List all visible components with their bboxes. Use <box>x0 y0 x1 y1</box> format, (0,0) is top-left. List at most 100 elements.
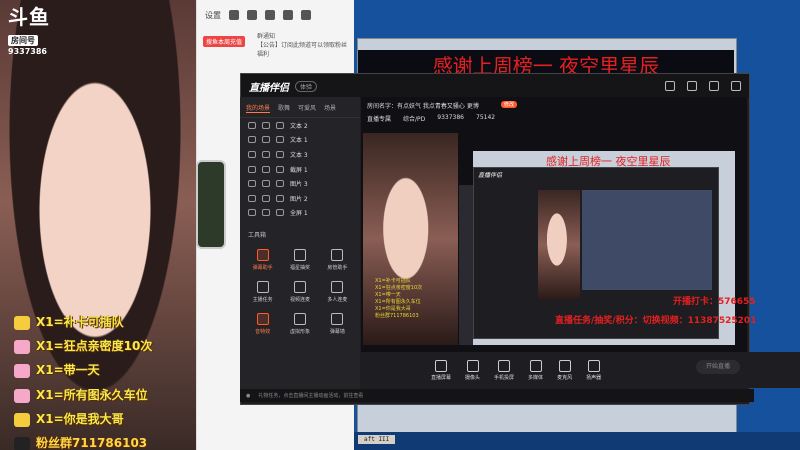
close-icon[interactable] <box>731 81 741 91</box>
speaker-icon <box>587 359 600 372</box>
phone-preview <box>196 160 226 249</box>
danmu-line: X1=你是我大哥 <box>14 410 124 427</box>
lottery-button[interactable]: 福星抽奖 <box>281 249 318 271</box>
heart-icon <box>14 363 30 378</box>
nested-preview <box>582 190 712 290</box>
user-icon <box>331 249 344 262</box>
eye-icon <box>248 136 256 144</box>
tab-scene[interactable]: 场景 <box>324 103 336 113</box>
task-overlay: 直播任务/抽奖/积分：切换视频：11387525201 <box>555 316 757 326</box>
sound-effect-button[interactable]: 音特效 <box>244 313 281 335</box>
room-id: 9337386 <box>8 47 47 56</box>
chat-toolbar: 设置 <box>197 0 355 30</box>
room-name: 房间名字：有点妖气 我点青春又骚心 更博 <box>367 103 479 110</box>
settings-icon[interactable] <box>665 81 675 91</box>
anchor-task-button[interactable]: 主播任务 <box>244 281 281 303</box>
scene-layers-panel: 我的场景 歌舞 可爱风 场景 文本 2 文本 1 文本 3 截屏 1 图片 3 … <box>240 97 360 389</box>
multi-link-button[interactable]: 多人连麦 <box>319 281 356 303</box>
layer-item[interactable]: 文本 2 <box>240 118 360 133</box>
toolbox-title: 工具箱 <box>248 232 267 240</box>
status-bar: ● 礼物任务，点击直播间主播动画活动，前往查看 <box>240 389 754 402</box>
lock-icon <box>262 194 270 202</box>
nested-brand: 直播伴侣 <box>478 172 503 179</box>
phone-icon[interactable] <box>229 10 239 20</box>
phone-cast-button[interactable]: 手机投屏 <box>494 359 514 381</box>
speaker-button[interactable]: 扬声器 <box>586 359 601 381</box>
scene-tabs: 我的场景 歌舞 可爱风 场景 <box>240 97 360 118</box>
layer-item[interactable]: 图片 3 <box>240 176 360 191</box>
wall-icon <box>331 313 344 326</box>
text-icon <box>276 150 284 158</box>
divider-strip <box>459 185 473 345</box>
monitor-icon <box>435 359 447 372</box>
room-meta: 直播专属 综合/PD 9337386 75142 <box>367 114 496 123</box>
screen-icon[interactable] <box>265 10 275 20</box>
video-icon <box>293 281 306 294</box>
danmu-line: X1=带一天 <box>14 361 100 378</box>
nested-camera <box>538 190 580 300</box>
text-icon <box>276 136 284 144</box>
tab-cute[interactable]: 可爱风 <box>298 103 316 113</box>
version-badge[interactable]: 体验 <box>295 80 318 92</box>
lock-icon <box>262 209 270 217</box>
notice-title: 群通知 <box>257 33 276 40</box>
image-icon <box>276 194 284 202</box>
douyu-logo: 斗鱼 房间号 9337386 <box>8 5 58 56</box>
tab-my-scene[interactable]: 我的场景 <box>246 103 271 113</box>
toolbox-grid: 弹幕助手 福星抽奖 房管助手 主播任务 视频连麦 多人连麦 音特效 虚拟形象 弹… <box>240 243 360 341</box>
play-icon <box>529 359 542 372</box>
eye-icon <box>248 165 256 173</box>
lock-icon <box>262 150 270 158</box>
avatar-button[interactable]: 虚拟形象 <box>281 313 318 335</box>
phone-icon <box>498 359 511 372</box>
promo-tag[interactable]: 搜鱼本周充值 <box>203 36 246 47</box>
layer-item[interactable]: 全屏 1 <box>240 206 360 221</box>
video-link-button[interactable]: 视频连麦 <box>281 281 318 303</box>
taskbar-item[interactable]: aft III <box>358 435 396 444</box>
room-label: 房间号 <box>8 35 38 46</box>
microphone-button[interactable]: 麦克风 <box>557 359 572 381</box>
layer-item[interactable]: 文本 1 <box>240 133 360 148</box>
screen-capture-button[interactable]: 直播屏幕 <box>431 359 451 381</box>
settings-label[interactable]: 设置 <box>205 10 221 21</box>
more-icon[interactable] <box>301 10 311 20</box>
status-text[interactable]: 礼物任务，点击直播间主播动画活动，前往查看 <box>258 392 363 399</box>
edit-room-button[interactable]: 修改 <box>501 101 518 108</box>
add-icon[interactable] <box>283 10 293 20</box>
bell-icon: ● <box>246 392 251 399</box>
lock-icon[interactable] <box>687 81 697 91</box>
eye-icon <box>248 209 256 217</box>
start-stream-button[interactable]: 开始直播 <box>696 360 740 374</box>
danmu-assistant-button[interactable]: 弹幕助手 <box>244 249 281 271</box>
danmu-icon <box>256 249 269 262</box>
lock-icon <box>262 180 270 188</box>
heart-icon <box>14 388 30 403</box>
pin-icon <box>14 315 30 330</box>
eye-icon <box>248 180 256 188</box>
fullscreen-icon <box>276 209 284 217</box>
eye-icon <box>248 121 256 129</box>
header-icons <box>665 81 741 91</box>
text-icon <box>276 121 284 129</box>
gift-icon <box>293 249 306 262</box>
crop-icon <box>276 165 284 173</box>
minimize-icon[interactable] <box>709 81 719 91</box>
room-manager-button[interactable]: 房管助手 <box>319 249 356 271</box>
crown-icon <box>14 412 30 427</box>
heart-icon <box>14 339 30 354</box>
task-icon <box>256 281 269 294</box>
layer-item[interactable]: 图片 2 <box>240 191 360 206</box>
eye-icon <box>248 150 256 158</box>
logo-text: 斗鱼 <box>8 5 50 29</box>
layer-item[interactable]: 截屏 1 <box>240 162 360 177</box>
lock-icon <box>262 136 270 144</box>
camera-button[interactable]: 摄像头 <box>465 359 480 381</box>
danmu-wall-button[interactable]: 弹幕墙 <box>319 313 356 335</box>
sound-icon <box>256 313 269 326</box>
layer-item[interactable]: 文本 3 <box>240 147 360 162</box>
tab-dance[interactable]: 歌舞 <box>278 103 290 113</box>
video-icon[interactable] <box>247 10 257 20</box>
download-icon <box>331 281 344 294</box>
notice-text: 【公告】订阅此频道可以领取粉丝福利 <box>257 42 348 58</box>
media-button[interactable]: 多媒体 <box>528 359 543 381</box>
